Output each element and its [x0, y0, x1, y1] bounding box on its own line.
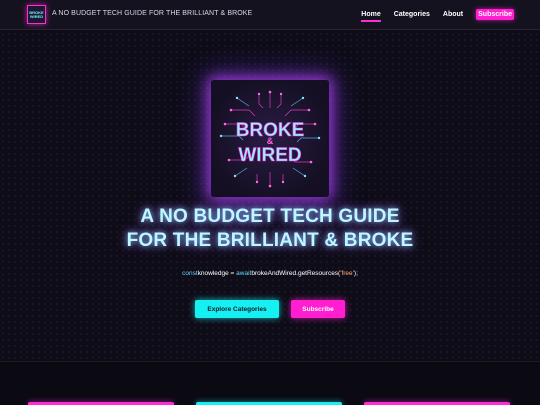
code-keyword: const [182, 270, 198, 277]
logo-word-bottom: WIRED [238, 145, 301, 166]
code-end: ); [353, 270, 358, 277]
code-snippet: constknowledge = awaitbrokeAndWired.getR… [0, 270, 540, 277]
hero-logo: BROKE & WIRED [211, 80, 329, 197]
explore-categories-button[interactable]: Explore Categories [195, 300, 279, 318]
subscribe-button[interactable]: Subscribe [291, 300, 345, 318]
code-await: await [236, 270, 252, 277]
circuit-logo-graphic: BROKE & WIRED [211, 80, 329, 197]
site-logo[interactable]: BROKE WIRED [27, 5, 46, 24]
code-arg: 'free' [340, 270, 354, 277]
code-variable: knowledge [197, 270, 229, 277]
nav-subscribe-button[interactable]: Subscribe [476, 9, 514, 20]
lower-section [0, 361, 540, 405]
nav-home[interactable]: Home [361, 11, 382, 22]
hero-headline-line1: A NO BUDGET TECH GUIDE [140, 206, 400, 227]
code-call: brokeAndWired.getResources( [251, 270, 341, 277]
nav-categories[interactable]: Categories [394, 11, 430, 18]
hero-headline-line2: FOR THE BRILLIANT & BROKE [126, 230, 414, 251]
site-header: BROKE WIRED A NO BUDGET TECH GUIDE FOR TH… [0, 0, 540, 30]
site-tagline: A NO BUDGET TECH GUIDE FOR THE BRILLIANT… [52, 10, 253, 17]
main-nav: Home Categories About Subscribe [348, 9, 514, 22]
nav-about[interactable]: About [443, 11, 463, 18]
